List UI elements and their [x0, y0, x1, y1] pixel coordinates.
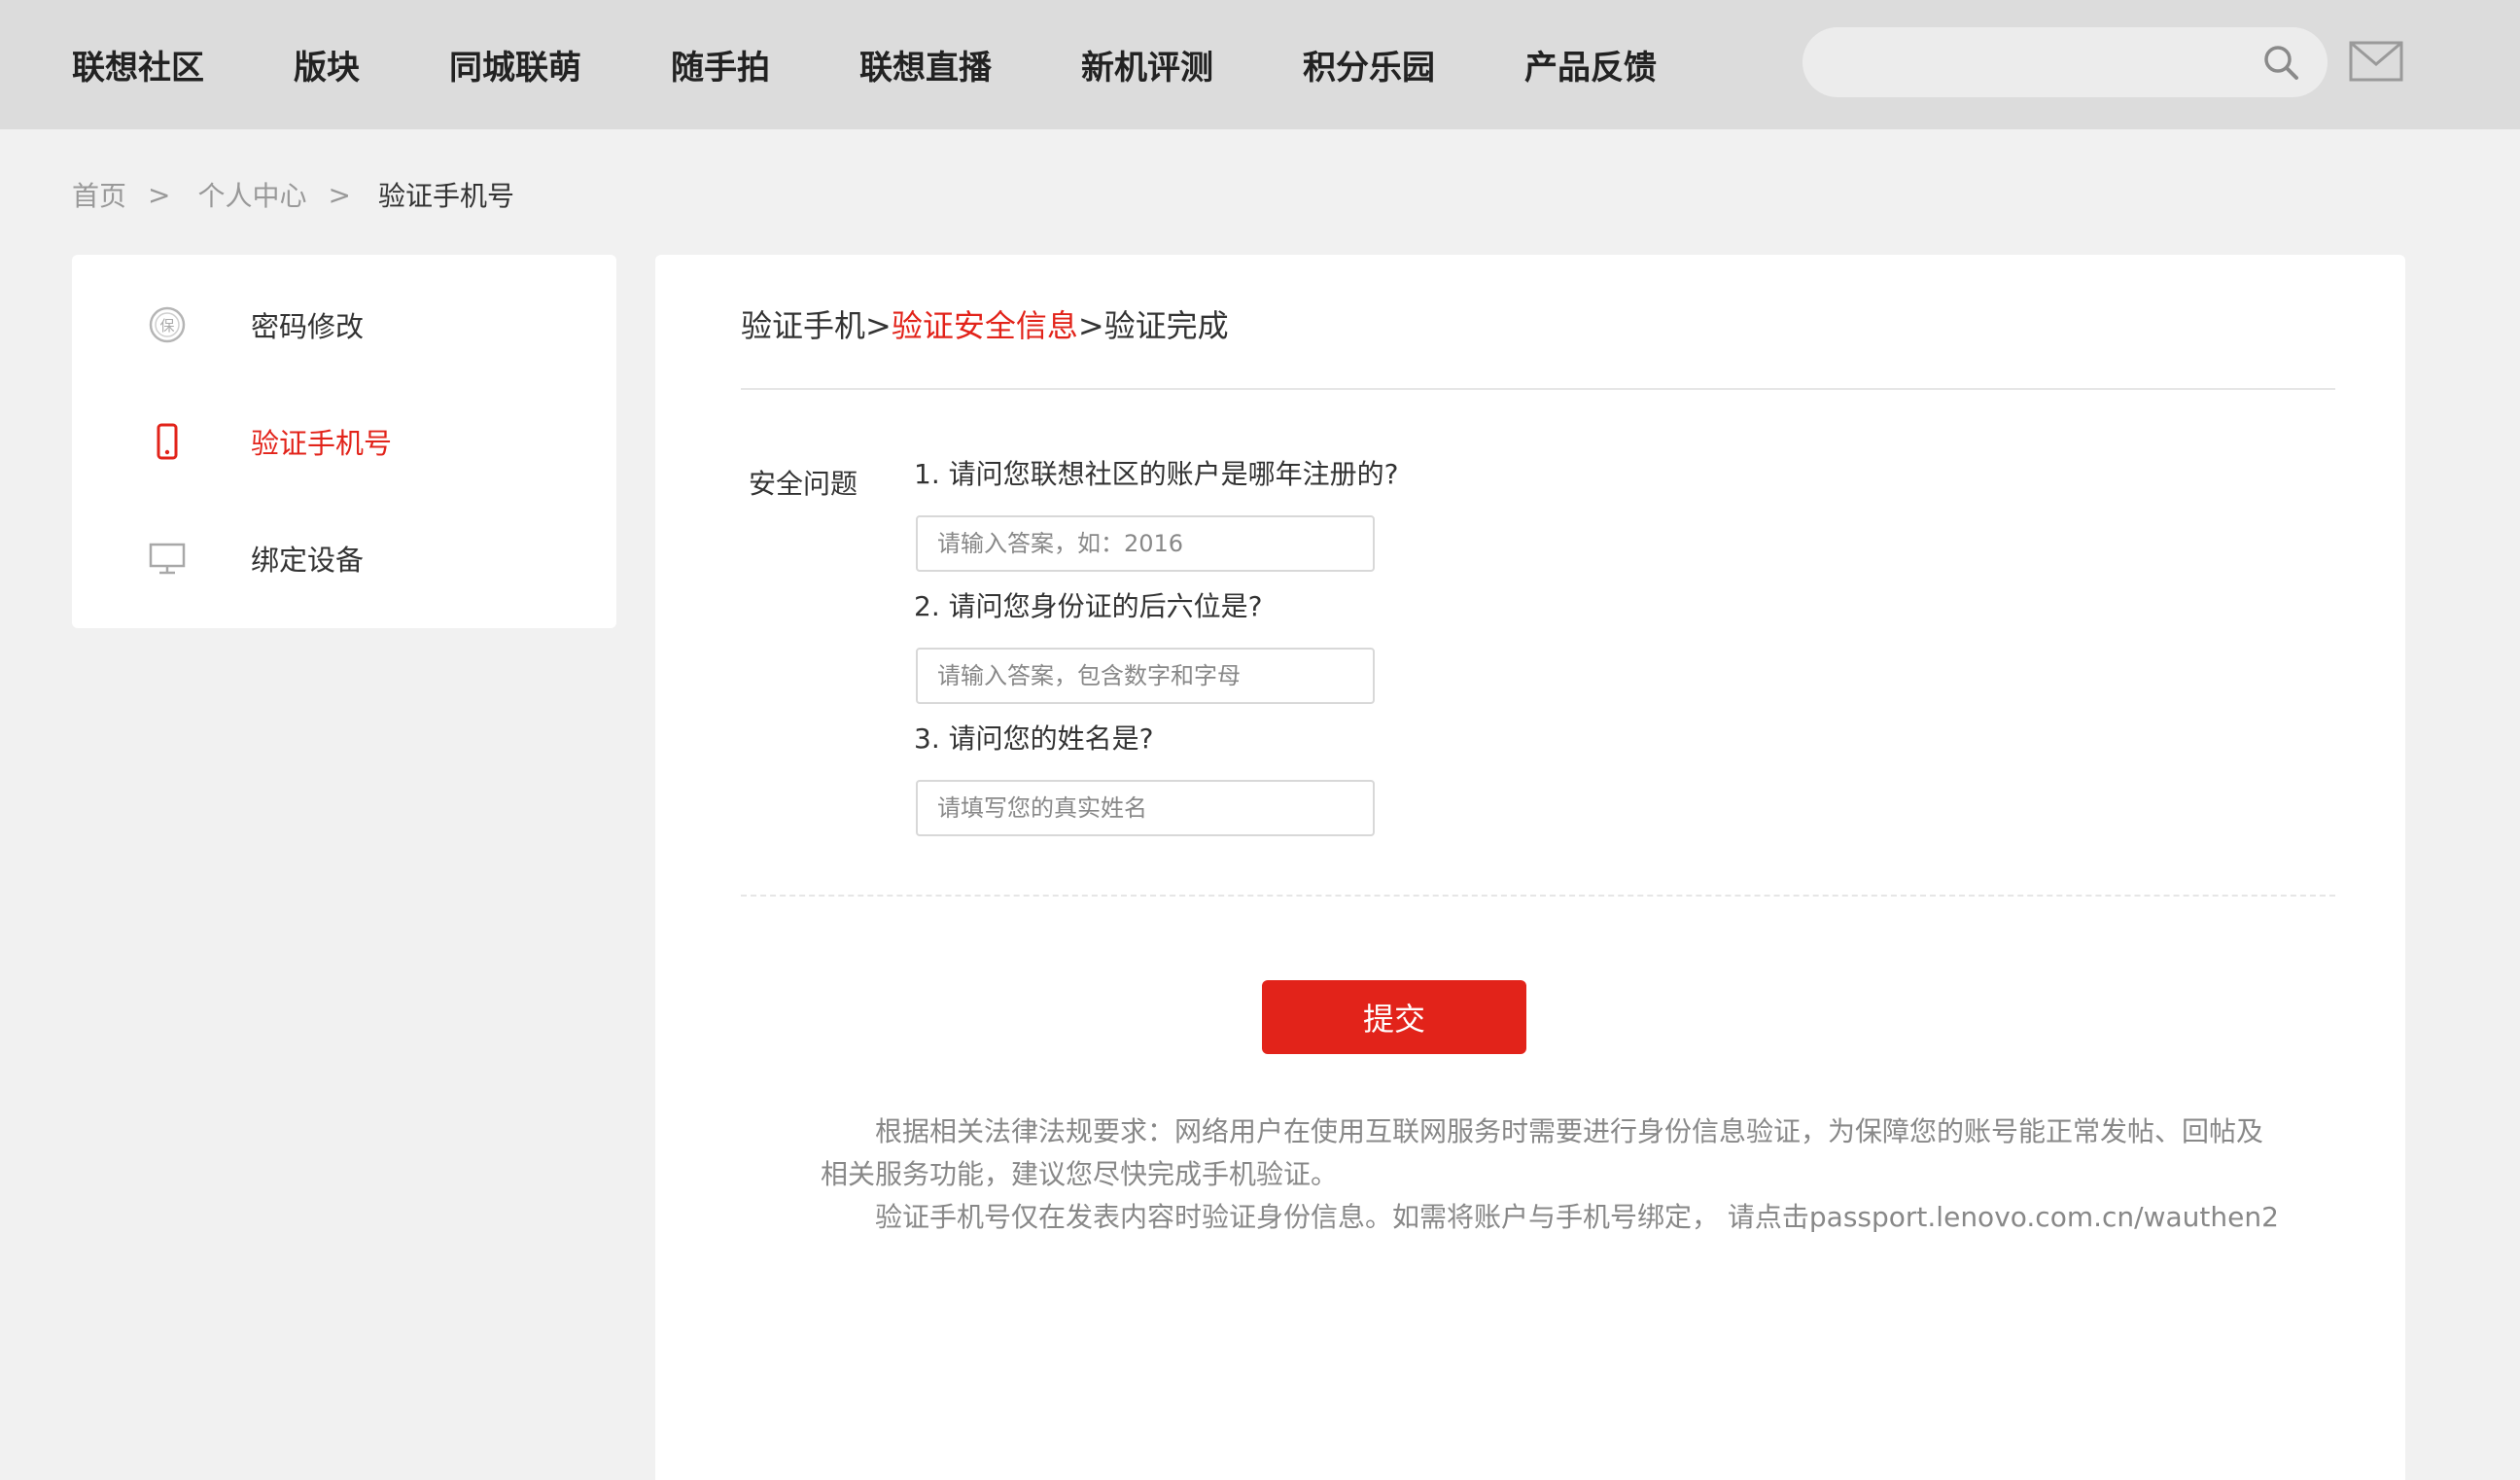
step-indicator: 验证手机>验证安全信息>验证完成	[741, 301, 1229, 346]
mail-icon[interactable]	[2349, 41, 2403, 82]
legal-notice: 根据相关法律法规要求：网络用户在使用互联网服务时需要进行身份信息验证，为保障您的…	[821, 1110, 2279, 1239]
question-3-text: 3. 请问您的姓名是?	[914, 722, 1154, 755]
search-icon[interactable]	[2261, 43, 2300, 82]
breadcrumb-separator: >	[148, 178, 171, 211]
nav-item-snapshots[interactable]: 随手拍	[671, 41, 770, 88]
nav-item-points[interactable]: 积分乐园	[1303, 41, 1435, 88]
sidebar-item-label: 验证手机号	[251, 427, 393, 460]
breadcrumb-home[interactable]: 首页	[72, 175, 126, 214]
breadcrumb-user-center[interactable]: 个人中心	[197, 175, 306, 214]
step-complete: 验证完成	[1103, 307, 1229, 344]
divider	[741, 388, 2335, 390]
security-question-label: 安全问题	[749, 468, 858, 500]
sidebar: 保 密码修改 验证手机号 绑定设备	[72, 255, 616, 628]
answer-1-input[interactable]	[916, 515, 1375, 572]
sidebar-item-password[interactable]: 保 密码修改	[72, 286, 616, 364]
nav-item-boards[interactable]: 版块	[294, 41, 360, 88]
submit-button[interactable]: 提交	[1262, 980, 1526, 1054]
question-2-text: 2. 请问您身份证的后六位是?	[914, 590, 1263, 622]
nav-item-home[interactable]: 联想社区	[72, 41, 204, 88]
svg-text:保: 保	[159, 317, 174, 335]
sidebar-item-label: 绑定设备	[251, 544, 365, 577]
sidebar-item-verify-phone[interactable]: 验证手机号	[72, 403, 616, 480]
divider-dashed	[741, 895, 2335, 897]
top-nav-bar: 联想社区 版块 同城联萌 随手拍 联想直播 新机评测 积分乐园 产品反馈	[0, 0, 2520, 129]
main-nav: 联想社区 版块 同城联萌 随手拍 联想直播 新机评测 积分乐园 产品反馈	[72, 0, 1746, 129]
monitor-icon	[148, 539, 187, 578]
nav-item-local[interactable]: 同城联萌	[449, 41, 581, 88]
sidebar-item-label: 密码修改	[251, 310, 365, 343]
step-verify-phone: 验证手机	[741, 307, 866, 344]
breadcrumb-separator: >	[328, 178, 351, 211]
notice-line-1: 根据相关法律法规要求：网络用户在使用互联网服务时需要进行身份信息验证，为保障您的…	[821, 1115, 2264, 1190]
sidebar-item-bind-device[interactable]: 绑定设备	[72, 519, 616, 597]
nav-item-reviews[interactable]: 新机评测	[1081, 41, 1213, 88]
phone-icon	[148, 422, 187, 461]
breadcrumb: 首页 > 个人中心 > 验证手机号	[72, 175, 514, 214]
verify-panel: 验证手机>验证安全信息>验证完成 安全问题 1. 请问您联想社区的账户是哪年注册…	[655, 255, 2405, 1480]
question-1-text: 1. 请问您联想社区的账户是哪年注册的?	[914, 458, 1399, 490]
step-separator: >	[865, 307, 892, 344]
nav-item-live[interactable]: 联想直播	[859, 41, 992, 88]
answer-3-input[interactable]	[916, 780, 1375, 836]
notice-line-2: 验证手机号仅在发表内容时验证身份信息。如需将账户与手机号绑定， 请点击passp…	[875, 1201, 2279, 1233]
step-separator: >	[1077, 307, 1104, 344]
search-input[interactable]	[1802, 27, 2328, 97]
step-verify-security-info: 验证安全信息	[891, 307, 1078, 344]
nav-item-feedback[interactable]: 产品反馈	[1524, 41, 1657, 88]
answer-2-input[interactable]	[916, 648, 1375, 704]
breadcrumb-current: 验证手机号	[377, 180, 514, 212]
shield-badge-icon: 保	[148, 305, 187, 344]
